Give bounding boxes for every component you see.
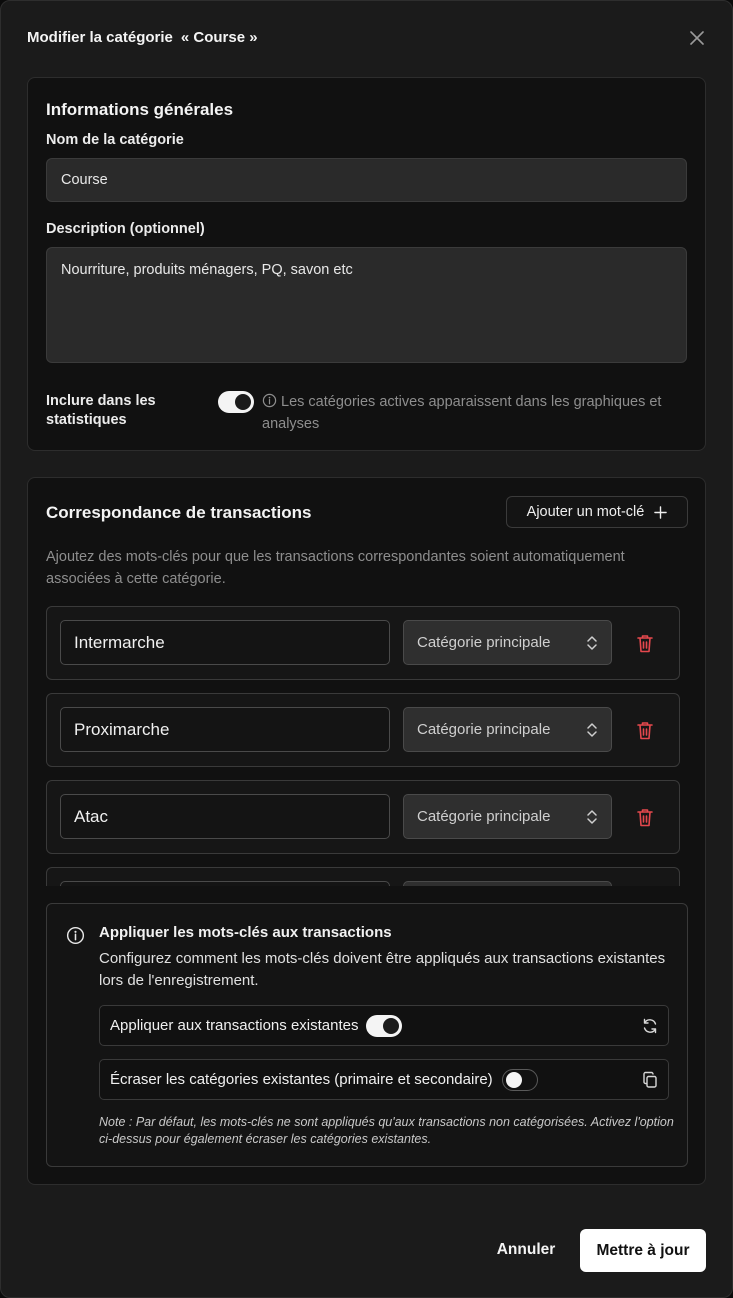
keyword-category-select[interactable]: Catégorie principale — [403, 620, 612, 665]
toggle-knob — [505, 1071, 522, 1088]
keyword-row — [46, 867, 680, 886]
chevron-updown-icon — [587, 722, 597, 737]
overwrite-categories-option[interactable]: Écraser les catégories existantes (prima… — [99, 1059, 669, 1100]
include-stats-label: Inclure dans les statistiques — [46, 393, 156, 428]
plus-icon — [654, 505, 668, 519]
trash-icon — [637, 721, 653, 739]
general-info-card: Informations générales Nom de la catégor… — [27, 77, 706, 451]
overwrite-categories-toggle[interactable] — [501, 1068, 538, 1091]
transaction-matching-card: Correspondance de transactions Ajouter u… — [27, 477, 706, 1185]
copy-icon — [643, 1071, 657, 1088]
description-label: Description (optionnel) — [46, 221, 205, 237]
toggle-knob — [235, 394, 251, 410]
keyword-category-value: Catégorie principale — [417, 721, 551, 738]
apply-note: Note : Par défaut, les mots-clés ne sont… — [99, 1115, 674, 1146]
keyword-row: Proximarche Catégorie principale — [46, 693, 680, 767]
close-button[interactable] — [684, 27, 710, 49]
general-info-title: Informations générales — [46, 100, 234, 119]
modal-title: Modifier la catégorie « Course » — [27, 29, 258, 46]
keyword-category-select[interactable]: Catégorie principale — [403, 707, 612, 752]
add-keyword-button[interactable]: Ajouter un mot-clé — [506, 496, 688, 528]
toggle-knob — [383, 1017, 400, 1034]
apply-description: Configurez comment les mots-clés doivent… — [99, 950, 666, 989]
name-label: Nom de la catégorie — [46, 132, 184, 148]
keyword-category-select[interactable]: Catégorie principale — [403, 794, 612, 839]
include-stats-toggle[interactable] — [218, 391, 254, 413]
update-button[interactable]: Mettre à jour — [580, 1229, 706, 1272]
trash-icon — [637, 808, 653, 826]
keyword-row: Intermarche Catégorie principale — [46, 606, 680, 680]
info-icon — [66, 926, 85, 945]
keyword-input[interactable]: Intermarche — [60, 620, 390, 665]
overwrite-categories-label: Écraser les catégories existantes (prima… — [110, 1071, 493, 1088]
keyword-row: Atac Catégorie principale — [46, 780, 680, 854]
refresh-icon — [643, 1018, 657, 1034]
apply-existing-option[interactable]: Appliquer aux transactions existantes — [99, 1005, 669, 1046]
keyword-category-value: Catégorie principale — [417, 634, 551, 651]
category-name-input[interactable] — [46, 158, 687, 202]
delete-keyword-button[interactable] — [633, 631, 657, 655]
keyword-category-select[interactable] — [403, 881, 612, 886]
edit-category-modal: Modifier la catégorie « Course » Informat… — [0, 0, 733, 1298]
include-stats-hint-text: Les catégories actives apparaissent dans… — [262, 394, 662, 432]
close-icon — [690, 31, 704, 45]
keyword-category-value: Catégorie principale — [417, 808, 551, 825]
info-icon — [262, 393, 277, 408]
trash-icon — [637, 634, 653, 652]
keyword-input[interactable]: Atac — [60, 794, 390, 839]
chevron-updown-icon — [587, 809, 597, 824]
matching-title: Correspondance de transactions — [46, 503, 312, 522]
matching-description: Ajoutez des mots-clés pour que les trans… — [46, 549, 625, 587]
keyword-input[interactable]: Proximarche — [60, 707, 390, 752]
apply-existing-label: Appliquer aux transactions existantes — [110, 1017, 359, 1034]
delete-keyword-button[interactable] — [633, 718, 657, 742]
description-textarea[interactable]: Nourriture, produits ménagers, PQ, savon… — [46, 247, 687, 363]
add-keyword-label: Ajouter un mot-clé — [526, 504, 645, 520]
include-stats-hint: Les catégories actives apparaissent dans… — [262, 391, 692, 435]
modal-title-text: Modifier la catégorie — [27, 29, 173, 46]
modal-category-name: « Course » — [180, 29, 258, 46]
delete-keyword-button[interactable] — [633, 805, 657, 829]
apply-keywords-box: Appliquer les mots-clés aux transactions… — [46, 903, 688, 1167]
keyword-input[interactable] — [60, 881, 390, 886]
chevron-updown-icon — [587, 635, 597, 650]
apply-existing-toggle[interactable] — [366, 1014, 403, 1037]
keyword-list[interactable]: Intermarche Catégorie principale Proxima… — [46, 606, 680, 886]
apply-title: Appliquer les mots-clés aux transactions — [99, 924, 392, 941]
cancel-button[interactable]: Annuler — [486, 1229, 566, 1271]
